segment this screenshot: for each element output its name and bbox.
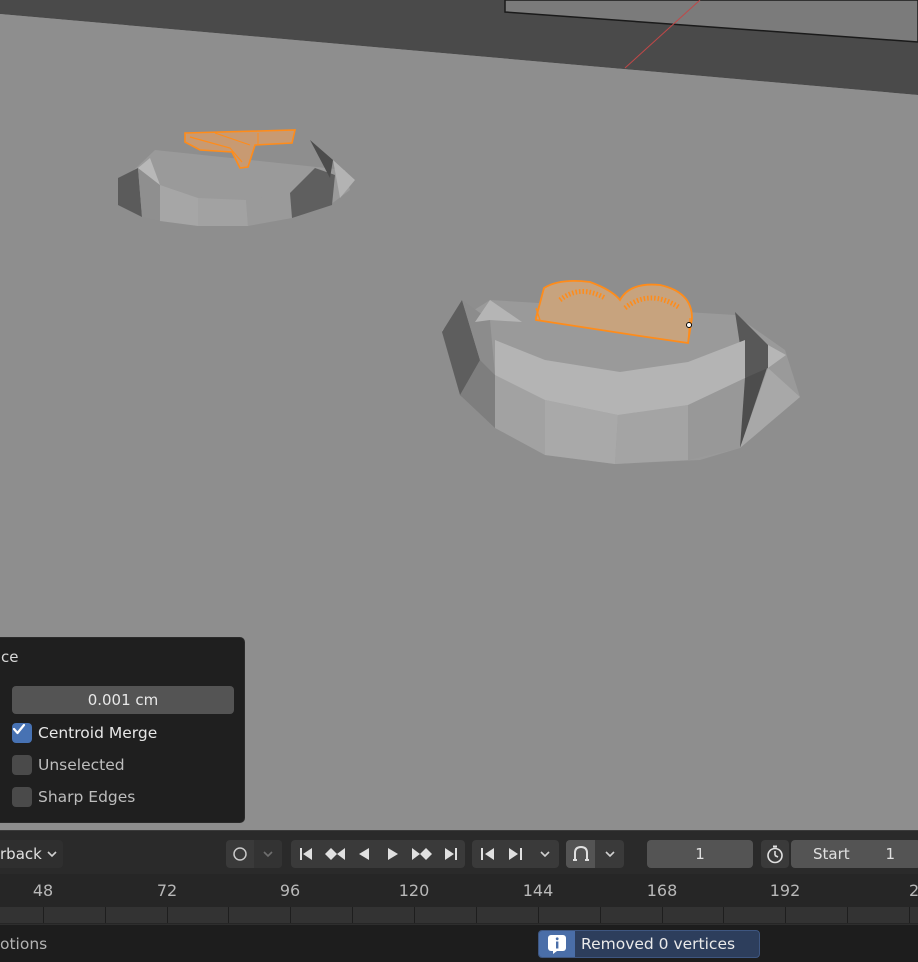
auto-keying-group xyxy=(226,840,282,868)
ruler-tick-label: 48 xyxy=(32,881,54,900)
play-button[interactable] xyxy=(378,840,407,868)
chevron-down-icon xyxy=(263,851,273,858)
ruler-gridline xyxy=(600,907,601,923)
ruler-gridline xyxy=(414,907,415,923)
report-message: Removed 0 vertices xyxy=(581,935,736,953)
step-back-icon xyxy=(480,848,494,860)
keying-options-dropdown[interactable] xyxy=(254,840,282,868)
playback-menu-label: rback xyxy=(0,845,42,863)
next-keyframe-icon xyxy=(411,848,432,860)
use-preview-range-button[interactable] xyxy=(761,840,789,868)
ruler-gridline xyxy=(43,907,44,923)
ruler-gridline xyxy=(538,907,539,923)
ruler-tick-label: 168 xyxy=(646,881,678,900)
sharp-edges-checkbox[interactable] xyxy=(12,787,32,807)
ruler-gridline xyxy=(785,907,786,923)
ruler-gridline xyxy=(723,907,724,923)
play-reverse-button[interactable] xyxy=(349,840,378,868)
start-frame-label: Start xyxy=(813,845,850,863)
ruler-tick-label: 144 xyxy=(522,881,554,900)
status-bar: otions Removed 0 vertices xyxy=(0,924,918,962)
play-reverse-icon xyxy=(358,848,369,860)
status-left-text: otions xyxy=(0,935,48,953)
prev-keyframe-icon xyxy=(324,848,345,860)
ruler-tick-label: 120 xyxy=(398,881,430,900)
ruler-gridline xyxy=(662,907,663,923)
info-icon xyxy=(539,931,575,957)
ruler-gridline xyxy=(847,907,848,923)
record-circle-icon xyxy=(233,847,247,861)
unselected-option[interactable]: Unselected xyxy=(12,754,125,776)
chevron-down-icon xyxy=(539,851,550,858)
centroid-merge-checkbox[interactable] xyxy=(12,723,32,743)
current-frame-field[interactable]: 1 xyxy=(647,840,753,868)
ruler-gridline xyxy=(167,907,168,923)
ruler-tick-label: 216 xyxy=(909,881,918,900)
sharp-edges-option[interactable]: Sharp Edges xyxy=(12,786,135,808)
play-icon xyxy=(387,848,398,860)
jump-start-icon xyxy=(299,848,312,860)
snapping-group xyxy=(566,840,624,868)
timeline-ruler[interactable]: 48 72 96 120 144 168 192 216 xyxy=(0,874,918,924)
ruler-gridline xyxy=(290,907,291,923)
chevron-down-icon xyxy=(604,851,615,858)
jump-end-icon xyxy=(444,848,457,860)
start-frame-value: 1 xyxy=(885,845,895,863)
ruler-gridline xyxy=(228,907,229,923)
start-frame-field[interactable]: Start 1 xyxy=(791,840,918,868)
magnet-icon xyxy=(572,845,589,861)
stopwatch-icon xyxy=(767,845,783,864)
ruler-tick-label: 72 xyxy=(156,881,178,900)
step-back-button[interactable] xyxy=(472,840,501,868)
auto-keying-button[interactable] xyxy=(226,840,254,868)
unselected-label: Unselected xyxy=(38,756,125,774)
sharp-edges-label: Sharp Edges xyxy=(38,788,136,806)
jump-to-end-button[interactable] xyxy=(436,840,465,868)
ruler-gridline xyxy=(476,907,477,923)
snapping-toggle[interactable] xyxy=(566,840,595,868)
ruler-gridline xyxy=(105,907,106,923)
adjust-last-operation-panel: ce 0.001 cm Centroid Merge Unselected Sh… xyxy=(0,637,245,823)
jump-to-start-button[interactable] xyxy=(291,840,320,868)
timeline-header: rback 1 Start 1 xyxy=(0,830,918,874)
playback-menu[interactable]: rback xyxy=(0,840,63,868)
checkmark-icon xyxy=(12,723,26,735)
step-options-dropdown[interactable] xyxy=(530,840,559,868)
playback-controls xyxy=(291,840,465,868)
ruler-tick-label: 96 xyxy=(279,881,301,900)
chevron-down-icon xyxy=(47,851,57,858)
jump-to-keyframe-prev-button[interactable] xyxy=(320,840,349,868)
merge-distance-field[interactable]: 0.001 cm xyxy=(12,686,234,714)
keyframe-step-group xyxy=(472,840,559,868)
snapping-options-dropdown[interactable] xyxy=(595,840,624,868)
info-report-banner[interactable]: Removed 0 vertices xyxy=(538,930,760,958)
step-forward-button[interactable] xyxy=(501,840,530,868)
3d-viewport[interactable]: ce 0.001 cm Centroid Merge Unselected Sh… xyxy=(0,0,918,830)
jump-to-keyframe-next-button[interactable] xyxy=(407,840,436,868)
centroid-merge-label: Centroid Merge xyxy=(38,724,158,742)
centroid-merge-option[interactable]: Centroid Merge xyxy=(12,722,157,744)
step-forward-icon xyxy=(508,848,522,860)
panel-title[interactable]: ce xyxy=(1,648,18,666)
ruler-gridline xyxy=(352,907,353,923)
ruler-gridline xyxy=(909,907,910,923)
unselected-checkbox[interactable] xyxy=(12,755,32,775)
ruler-track[interactable] xyxy=(0,907,918,923)
ruler-tick-label: 192 xyxy=(769,881,801,900)
